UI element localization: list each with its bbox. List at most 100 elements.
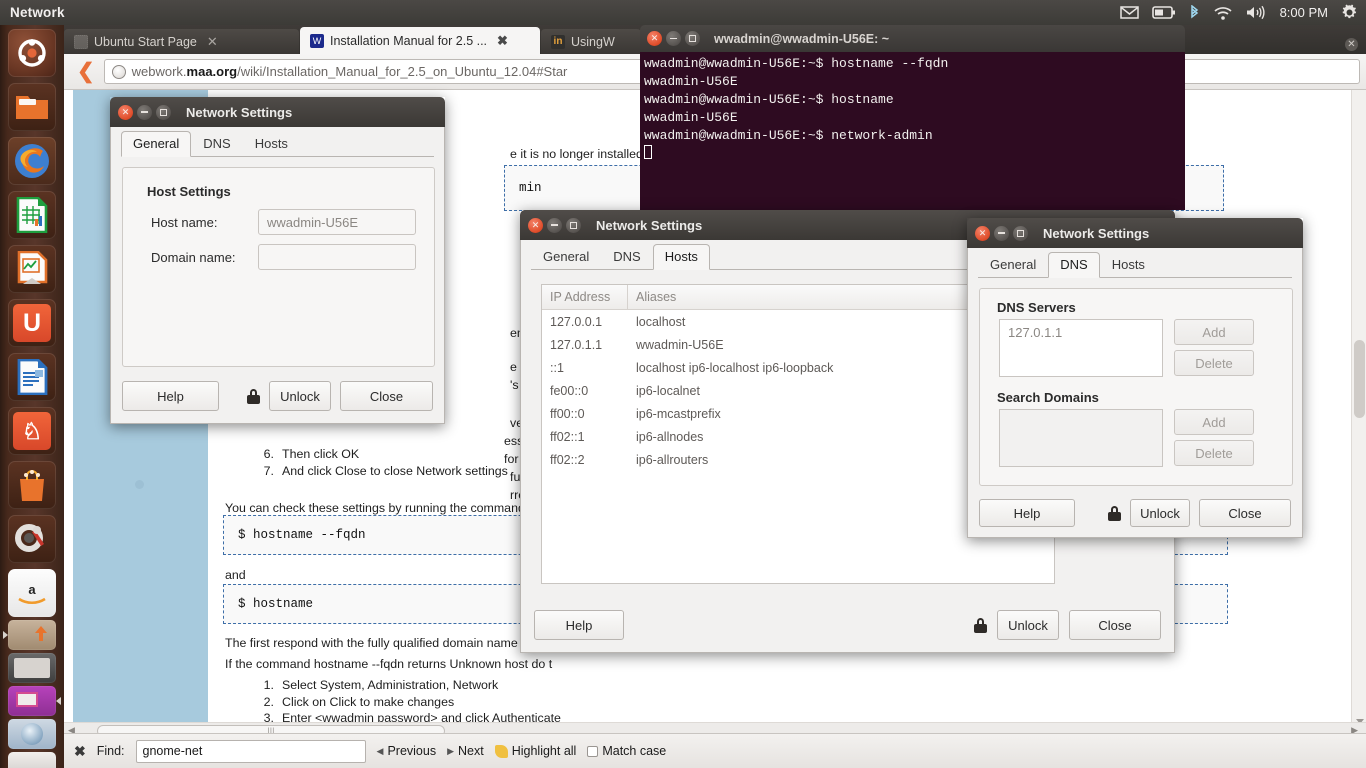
- spreadsheet-icon: [16, 197, 48, 233]
- back-button[interactable]: ❮: [70, 61, 104, 82]
- close-button[interactable]: ✕: [528, 217, 543, 233]
- minimize-button[interactable]: [547, 217, 562, 233]
- launcher-stack-item[interactable]: [8, 752, 56, 768]
- maximize-button[interactable]: [1013, 225, 1028, 241]
- page-text-and: and: [225, 568, 246, 582]
- maximize-button[interactable]: [685, 31, 700, 46]
- network-settings-general-window[interactable]: ✕ Network Settings General DNS Hosts Hos…: [110, 97, 445, 424]
- find-next-button[interactable]: ▶ Next: [447, 744, 484, 758]
- match-case-checkbox[interactable]: Match case: [587, 744, 666, 758]
- browser-tab-2[interactable]: in UsingW: [541, 29, 641, 54]
- minimize-button[interactable]: [994, 225, 1009, 241]
- close-button-dns[interactable]: Close: [1199, 499, 1291, 527]
- launcher-item-ubuntu-one-music[interactable]: ♘: [8, 407, 56, 455]
- tab-dns[interactable]: DNS: [601, 244, 652, 270]
- battery-icon[interactable]: [1151, 6, 1176, 19]
- hostname-input[interactable]: wwadmin-U56E: [258, 209, 416, 235]
- launcher-item-libreoffice-calc[interactable]: [8, 191, 56, 239]
- tab-general[interactable]: General: [121, 131, 192, 157]
- close-button[interactable]: ✕: [647, 31, 662, 46]
- network-settings-dns-window[interactable]: ✕ Network Settings General DNS Hosts DNS…: [967, 218, 1303, 538]
- unity-launcher: U ♘ a: [0, 25, 64, 768]
- ubuntu-icon: [18, 39, 46, 67]
- tab-general[interactable]: General: [978, 252, 1048, 278]
- maximize-button[interactable]: [156, 104, 171, 120]
- domainname-input[interactable]: [258, 244, 416, 270]
- terminal-output[interactable]: wwadmin@wwadmin-U56E:~$ hostname --fqdn …: [640, 52, 1185, 210]
- launcher-item-libreoffice-writer[interactable]: [8, 353, 56, 401]
- search-domain-delete-button[interactable]: Delete: [1174, 440, 1254, 466]
- close-button-general[interactable]: Close: [340, 381, 433, 411]
- highlight-all-button[interactable]: Highlight all: [494, 744, 577, 758]
- terminal-prompt-line: [644, 145, 1185, 163]
- search-domain-add-button[interactable]: Add: [1174, 409, 1254, 435]
- close-icon[interactable]: ✕: [207, 34, 218, 50]
- find-label: Find:: [96, 744, 125, 758]
- unlock-button[interactable]: Unlock: [269, 381, 331, 411]
- tab-hosts[interactable]: Hosts: [243, 131, 300, 157]
- list-item: 2. Click on Click to make changes: [263, 694, 455, 709]
- find-input[interactable]: gnome-net: [135, 739, 366, 763]
- headphones-icon: ♘: [13, 412, 51, 450]
- wifi-icon[interactable]: [1213, 5, 1233, 20]
- launcher-item-firefox[interactable]: [8, 137, 56, 185]
- close-button-hosts[interactable]: Close: [1069, 610, 1161, 640]
- unlock-button[interactable]: Unlock: [1130, 499, 1190, 527]
- maximize-button[interactable]: [566, 217, 581, 233]
- launcher-item-ubuntu-one[interactable]: U: [8, 299, 56, 347]
- browser-tab-0[interactable]: Ubuntu Start Page ✕: [64, 29, 299, 54]
- launcher-stack-item[interactable]: [3, 620, 56, 650]
- unlock-button[interactable]: Unlock: [997, 610, 1059, 640]
- tab-general[interactable]: General: [531, 244, 601, 270]
- window-title: Network Settings: [596, 217, 703, 233]
- help-button[interactable]: Help: [979, 499, 1075, 527]
- help-button[interactable]: Help: [122, 381, 219, 411]
- close-icon[interactable]: ✖: [497, 33, 508, 49]
- close-icon[interactable]: ✕: [1345, 38, 1358, 51]
- shopping-bag-icon: [20, 470, 44, 501]
- help-button[interactable]: Help: [534, 610, 624, 640]
- search-domains-list[interactable]: [999, 409, 1163, 467]
- launcher-item-software-center[interactable]: [8, 461, 56, 509]
- cell-ip: ff02::1: [550, 429, 585, 444]
- terminal-window[interactable]: ✕ wwadmin@wwadmin-U56E: ~ wwadmin@wwadmi…: [640, 25, 1185, 210]
- dns-servers-list[interactable]: 127.0.1.1: [999, 319, 1163, 377]
- find-previous-button[interactable]: ◀ Previous: [377, 744, 437, 758]
- volume-icon[interactable]: [1246, 5, 1267, 20]
- dns-delete-button[interactable]: Delete: [1174, 350, 1254, 376]
- close-button[interactable]: ✕: [975, 225, 990, 241]
- launcher-item-ubuntu-dash[interactable]: [8, 29, 56, 77]
- mail-icon[interactable]: [1119, 6, 1139, 19]
- launcher-stack-item[interactable]: [8, 719, 56, 749]
- svg-text:a: a: [28, 582, 36, 597]
- page-text-check: You can check these settings by running …: [225, 501, 532, 515]
- gear-icon[interactable]: [1341, 4, 1358, 21]
- tab-dns[interactable]: DNS: [1048, 252, 1100, 278]
- browser-tab-1[interactable]: W Installation Manual for 2.5 ... ✖: [300, 27, 540, 54]
- launcher-item-system-settings[interactable]: [8, 515, 56, 563]
- highlight-all-label: Highlight all: [511, 744, 577, 758]
- launcher-item-amazon[interactable]: a: [8, 569, 56, 617]
- launcher-stack-item[interactable]: [8, 653, 56, 683]
- scrollbar-thumb[interactable]: [1354, 340, 1365, 418]
- launcher-item-files[interactable]: [8, 83, 56, 131]
- tab-hosts[interactable]: Hosts: [1100, 252, 1157, 278]
- find-bar: ✖ Find: gnome-net ◀ Previous ▶ Next High…: [64, 733, 1366, 768]
- gear-wrench-icon: [15, 524, 44, 552]
- page-vertical-scrollbar[interactable]: [1351, 90, 1366, 738]
- close-icon[interactable]: ✖: [74, 743, 86, 760]
- bluetooth-icon[interactable]: [1189, 4, 1200, 21]
- close-button[interactable]: ✕: [118, 104, 133, 120]
- launcher-item-libreoffice-impress[interactable]: [8, 245, 56, 293]
- url-domain: maa.org: [186, 64, 238, 79]
- dns-add-button[interactable]: Add: [1174, 319, 1254, 345]
- minimize-button[interactable]: [137, 104, 152, 120]
- column-header-ip[interactable]: IP Address: [542, 285, 628, 309]
- tab-hosts[interactable]: Hosts: [652, 244, 710, 270]
- clock[interactable]: 8:00 PM: [1280, 5, 1328, 20]
- tab-dns[interactable]: DNS: [191, 131, 242, 157]
- cell-ip: 127.0.0.1: [550, 314, 603, 329]
- blank-icon: [74, 34, 88, 49]
- minimize-button[interactable]: [666, 31, 681, 46]
- launcher-stack-item[interactable]: [8, 686, 61, 716]
